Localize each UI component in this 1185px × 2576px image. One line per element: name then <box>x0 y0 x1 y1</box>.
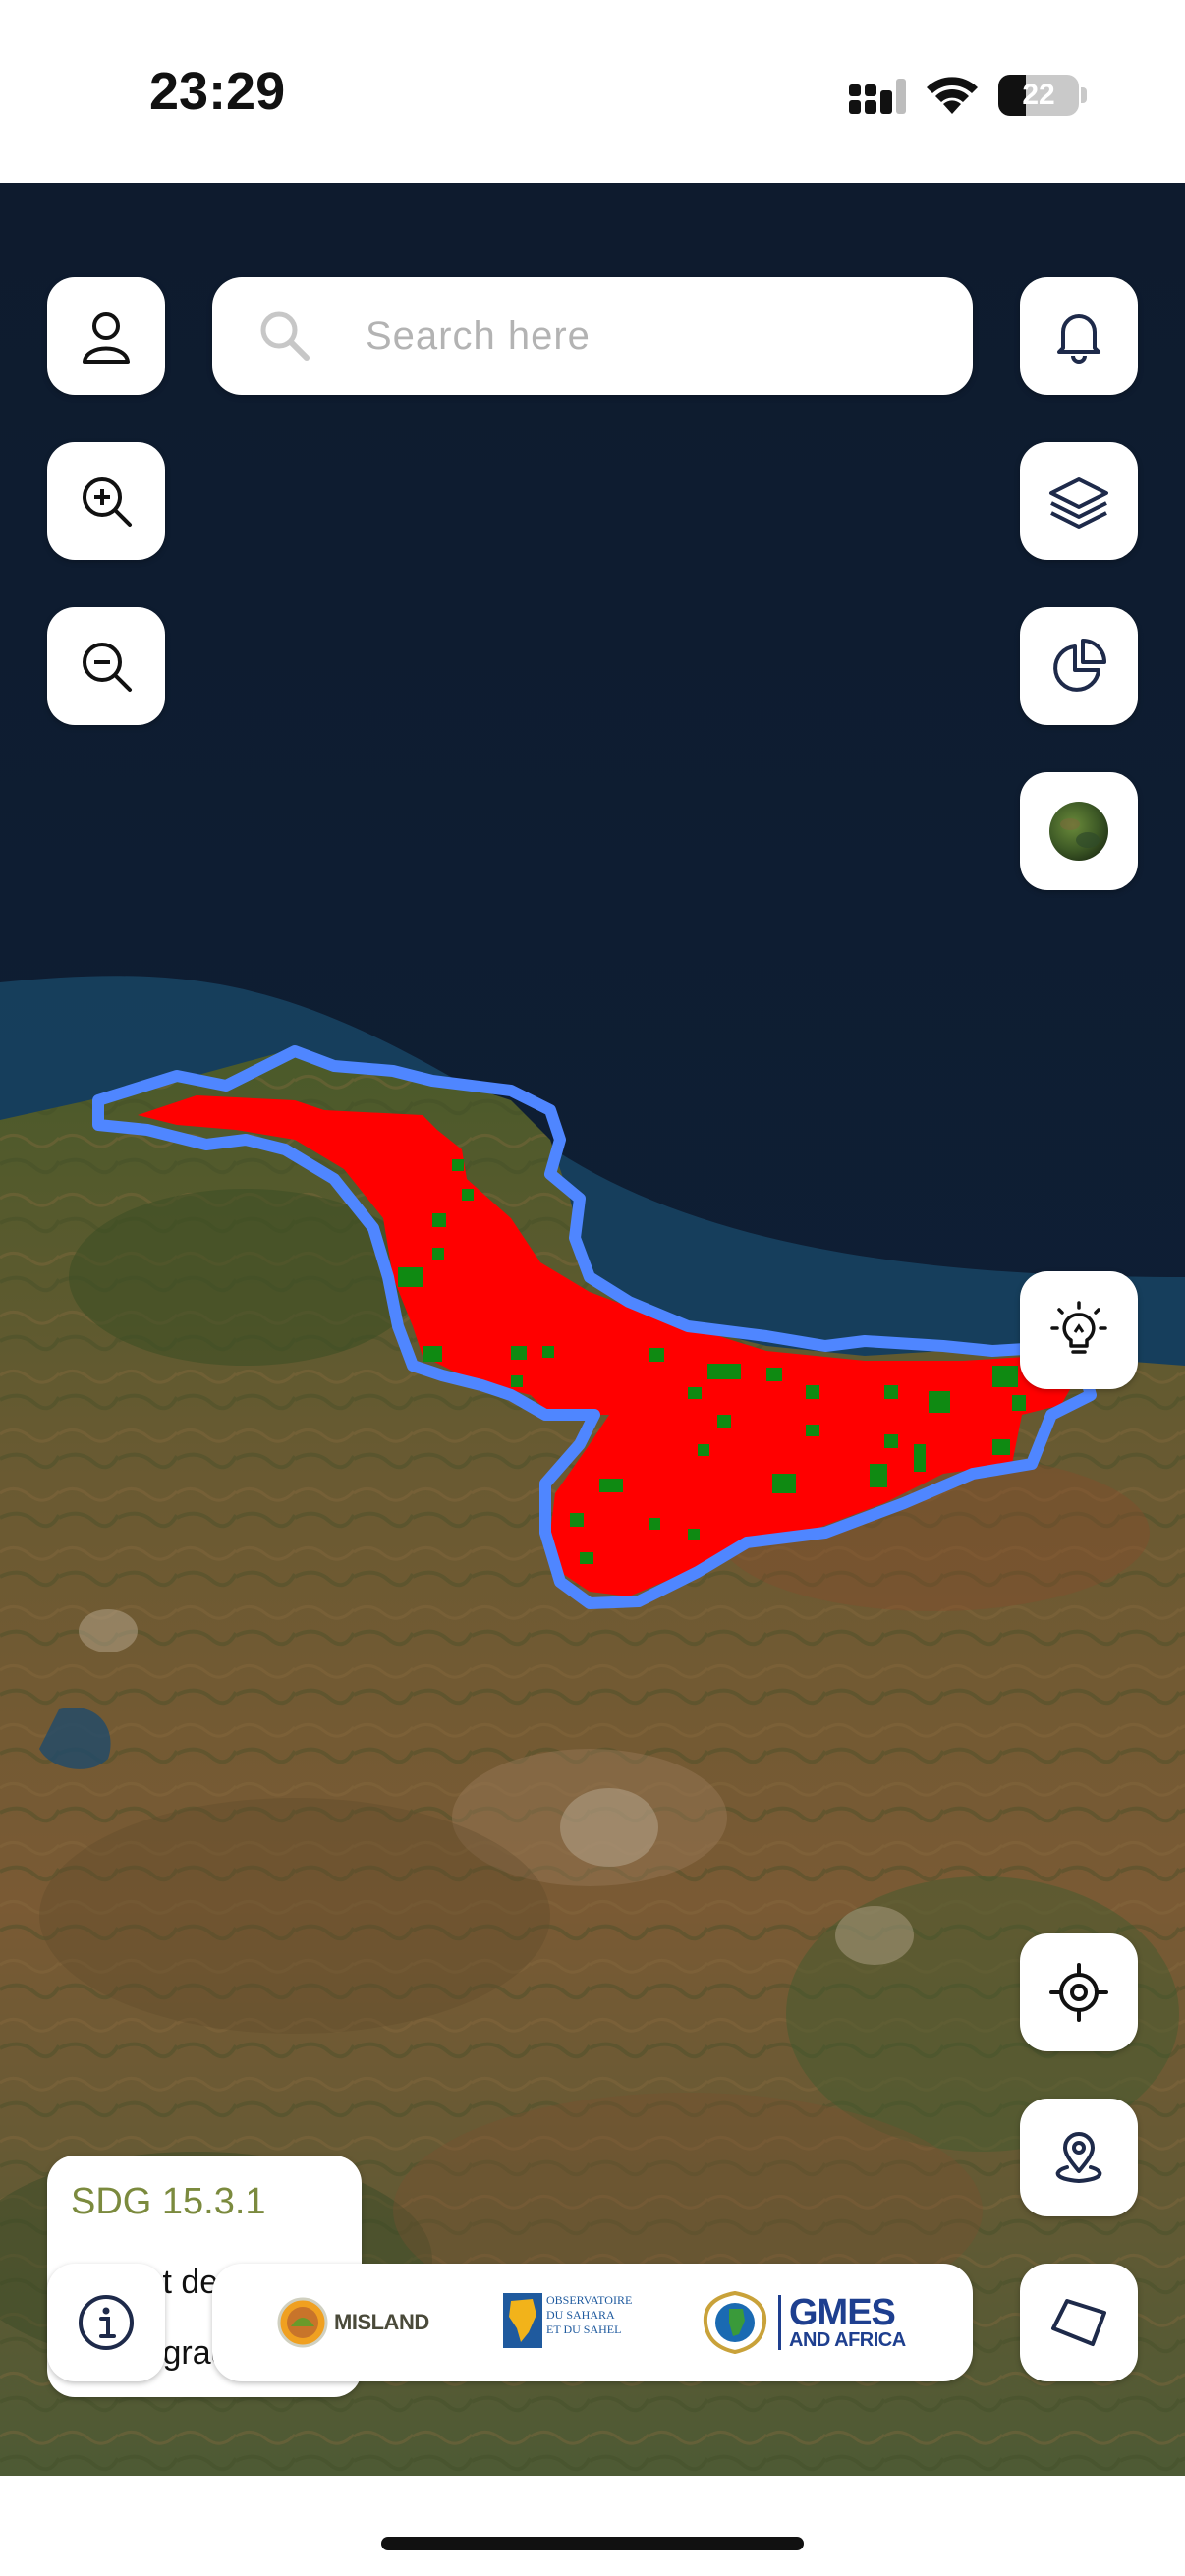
misland-text: MISLAND <box>334 2310 429 2334</box>
basemap-button[interactable] <box>1020 772 1138 890</box>
statistics-button[interactable] <box>1020 607 1138 725</box>
cellular-signal-icon <box>849 79 906 114</box>
gmes-title: GMES <box>789 2292 896 2333</box>
drop-pin-button[interactable] <box>1020 2099 1138 2216</box>
oss-line-3: ET DU SAHEL <box>546 2323 622 2336</box>
legend-title: SDG 15.3.1 <box>71 2181 266 2222</box>
search-bar[interactable] <box>212 277 973 395</box>
layers-icon <box>1049 477 1108 529</box>
notifications-button[interactable] <box>1020 277 1138 395</box>
map-view[interactable]: SDG 15.3.1 Not degraded Degraded MISLAND… <box>0 183 1185 2476</box>
status-bar: 23:29 22 <box>0 0 1185 183</box>
search-icon <box>260 311 310 361</box>
wifi-icon <box>927 77 978 114</box>
status-time: 23:29 <box>149 62 286 121</box>
zoom-out-button[interactable] <box>47 607 165 725</box>
gmes-africa-logo: GMES AND AFRICA <box>700 2289 906 2356</box>
bell-icon <box>1057 314 1100 364</box>
oss-logo-icon <box>503 2293 542 2348</box>
zoom-out-icon <box>83 643 132 692</box>
layers-button[interactable] <box>1020 442 1138 560</box>
african-union-emblem <box>703 2290 767 2355</box>
draw-polygon-button[interactable] <box>1020 2264 1138 2381</box>
battery-level: 22 <box>1022 79 1055 111</box>
satellite-basemap <box>0 183 1185 2476</box>
partner-logos: MISLAND OBSERVATOIRE DU SAHARA ET DU SAH… <box>212 2264 973 2381</box>
basemap-thumbnail <box>1049 802 1108 861</box>
my-location-button[interactable] <box>1020 1933 1138 2051</box>
oss-line-2: DU SAHARA <box>546 2308 615 2322</box>
oss-logo: OBSERVATOIRE DU SAHARA ET DU SAHEL <box>503 2293 632 2348</box>
gmes-subtitle: AND AFRICA <box>789 2329 906 2351</box>
info-button[interactable] <box>47 2264 165 2381</box>
pie-chart-icon <box>1053 639 1106 692</box>
polygon-icon <box>1051 2299 1106 2346</box>
insights-button[interactable] <box>1020 1271 1138 1389</box>
map-pin-icon <box>1055 2132 1102 2184</box>
info-icon <box>79 2295 134 2350</box>
misland-logo-icon <box>277 2297 328 2348</box>
user-icon <box>83 312 130 364</box>
profile-button[interactable] <box>47 277 165 395</box>
zoom-in-button[interactable] <box>47 442 165 560</box>
home-indicator[interactable] <box>381 2537 804 2550</box>
locate-icon <box>1049 1963 1108 2022</box>
battery-icon: 22 <box>998 75 1079 116</box>
misland-logo: MISLAND <box>277 2297 429 2348</box>
search-input[interactable] <box>364 303 937 369</box>
zoom-in-icon <box>83 477 132 527</box>
oss-line-1: OBSERVATOIRE <box>546 2293 633 2307</box>
lightbulb-icon <box>1050 1301 1107 1354</box>
